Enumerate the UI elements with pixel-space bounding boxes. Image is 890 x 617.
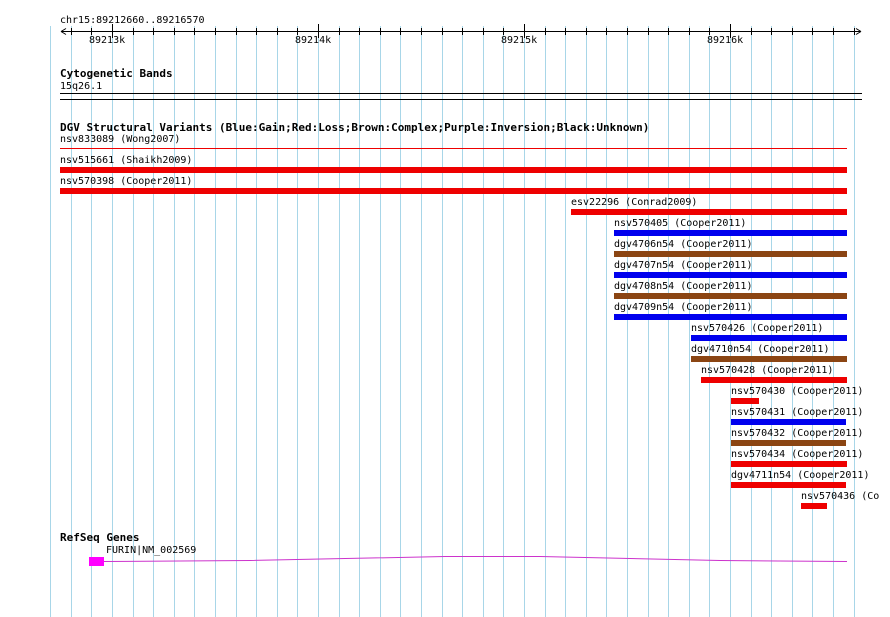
variant-label[interactable]: nsv515661 (Shaikh2009) bbox=[60, 155, 192, 166]
variant-label[interactable]: nsv570430 (Cooper2011) bbox=[731, 386, 863, 397]
variant-label[interactable]: dgv4711n54 (Cooper2011) bbox=[731, 470, 869, 481]
gene-exon[interactable] bbox=[89, 557, 104, 566]
variant-bar-complex[interactable] bbox=[614, 251, 847, 257]
variant-bar-loss[interactable] bbox=[731, 398, 759, 404]
gene-model[interactable] bbox=[0, 552, 890, 572]
variant-label[interactable]: nsv833089 (Wong2007) bbox=[60, 134, 180, 145]
dgv-track-title: DGV Structural Variants (Blue:Gain;Red:L… bbox=[60, 121, 650, 134]
variant-bar-gain[interactable] bbox=[614, 230, 847, 236]
variant-label[interactable]: nsv570436 (Co bbox=[801, 491, 879, 502]
ruler-tick-label: 89215k bbox=[501, 35, 538, 46]
cytoband-line-top bbox=[60, 93, 862, 94]
variant-label[interactable]: nsv570405 (Cooper2011) bbox=[614, 218, 746, 229]
cytoband-line-bottom bbox=[60, 99, 862, 100]
variant-label[interactable]: dgv4708n54 (Cooper2011) bbox=[614, 281, 752, 292]
cytoband-track-title: Cytogenetic Bands bbox=[60, 67, 173, 80]
variant-bar-loss[interactable] bbox=[571, 209, 847, 215]
variant-label[interactable]: nsv570428 (Cooper2011) bbox=[701, 365, 833, 376]
variant-bar-loss[interactable] bbox=[60, 167, 847, 173]
cytoband-name[interactable]: 15q26.1 bbox=[60, 81, 102, 92]
variant-bar-gain[interactable] bbox=[614, 272, 847, 278]
ruler-tick-label: 89213k bbox=[89, 35, 126, 46]
variant-bar-complex[interactable] bbox=[731, 440, 846, 446]
ruler[interactable] bbox=[0, 24, 890, 44]
refseq-track-title: RefSeq Genes bbox=[60, 531, 140, 544]
variant-label[interactable]: nsv570398 (Cooper2011) bbox=[60, 176, 192, 187]
genome-browser-panel: chr15:89212660..89216570 89213k 89214k 892… bbox=[0, 0, 890, 617]
ruler-tick-label: 89214k bbox=[295, 35, 332, 46]
variant-label[interactable]: dgv4706n54 (Cooper2011) bbox=[614, 239, 752, 250]
variant-bar-thin_loss[interactable] bbox=[60, 148, 847, 149]
variant-label[interactable]: dgv4709n54 (Cooper2011) bbox=[614, 302, 752, 313]
variant-bar-loss[interactable] bbox=[731, 482, 846, 488]
variant-bar-gain[interactable] bbox=[731, 419, 846, 425]
variant-bar-complex[interactable] bbox=[691, 356, 847, 362]
variant-label[interactable]: dgv4707n54 (Cooper2011) bbox=[614, 260, 752, 271]
gene-intron-line bbox=[103, 556, 848, 562]
variant-bar-loss[interactable] bbox=[731, 461, 847, 467]
variant-label[interactable]: esv22296 (Conrad2009) bbox=[571, 197, 697, 208]
variant-bar-loss[interactable] bbox=[801, 503, 827, 509]
variant-label[interactable]: nsv570432 (Cooper2011) bbox=[731, 428, 863, 439]
variant-bar-loss[interactable] bbox=[60, 188, 847, 194]
ruler-tick-label: 89216k bbox=[707, 35, 744, 46]
variant-bar-gain[interactable] bbox=[614, 314, 847, 320]
variant-label[interactable]: dgv4710n54 (Cooper2011) bbox=[691, 344, 829, 355]
variant-label[interactable]: nsv570431 (Cooper2011) bbox=[731, 407, 863, 418]
variant-bar-loss[interactable] bbox=[701, 377, 847, 383]
variant-bar-gain[interactable] bbox=[691, 335, 847, 341]
variant-label[interactable]: nsv570434 (Cooper2011) bbox=[731, 449, 863, 460]
variant-label[interactable]: nsv570426 (Cooper2011) bbox=[691, 323, 823, 334]
variant-bar-complex[interactable] bbox=[614, 293, 847, 299]
